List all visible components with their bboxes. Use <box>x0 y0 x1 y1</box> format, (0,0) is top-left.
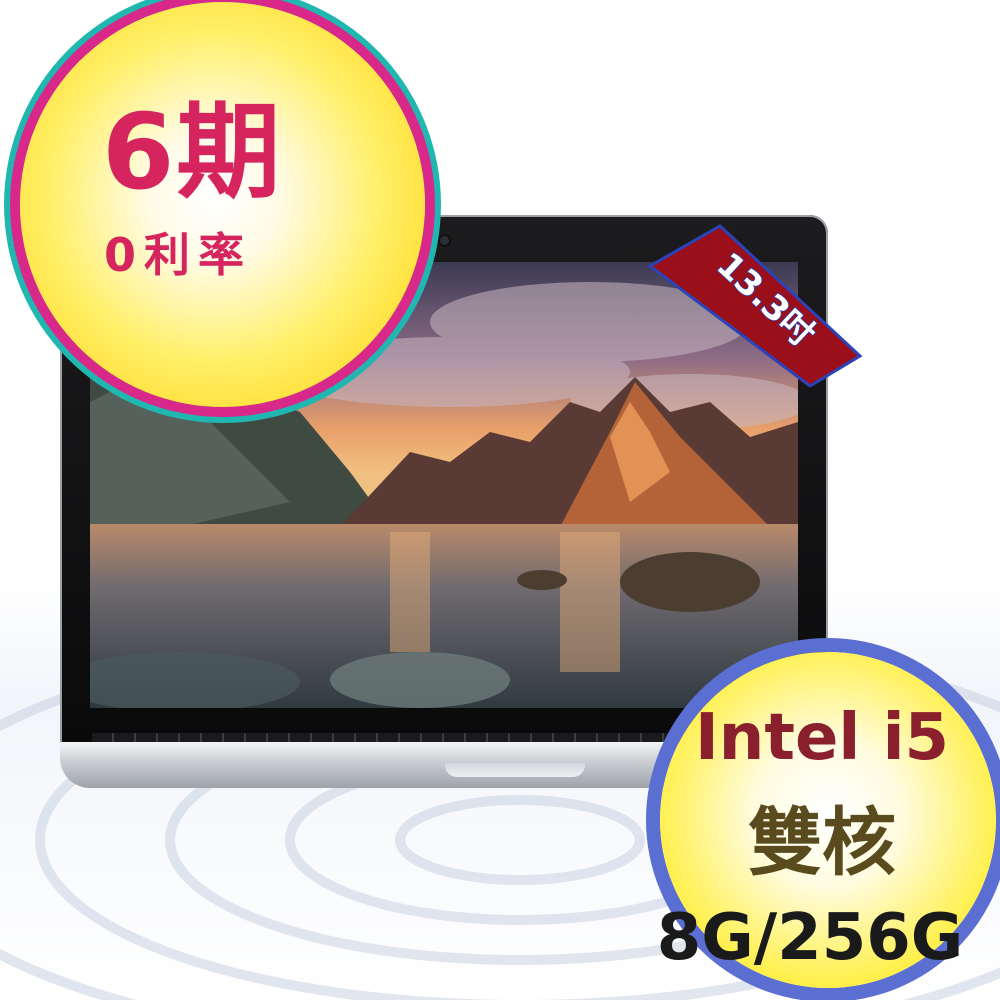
memory-storage-text: 8G/256G <box>656 901 964 975</box>
interest-rate-text: 0利率 <box>104 228 253 282</box>
cpu-text: Intel i5 <box>694 701 950 775</box>
installment-period-text: 6期 <box>102 91 283 213</box>
camera-icon <box>440 236 449 245</box>
product-banner: 6期 0利率 13.3吋 Intel i5 雙核 8G/256G <box>0 0 1000 1000</box>
screen-size-ribbon: 13.3吋 <box>647 224 863 388</box>
core-count-text: 雙核 <box>748 800 896 886</box>
lid-opening-notch <box>445 763 585 777</box>
